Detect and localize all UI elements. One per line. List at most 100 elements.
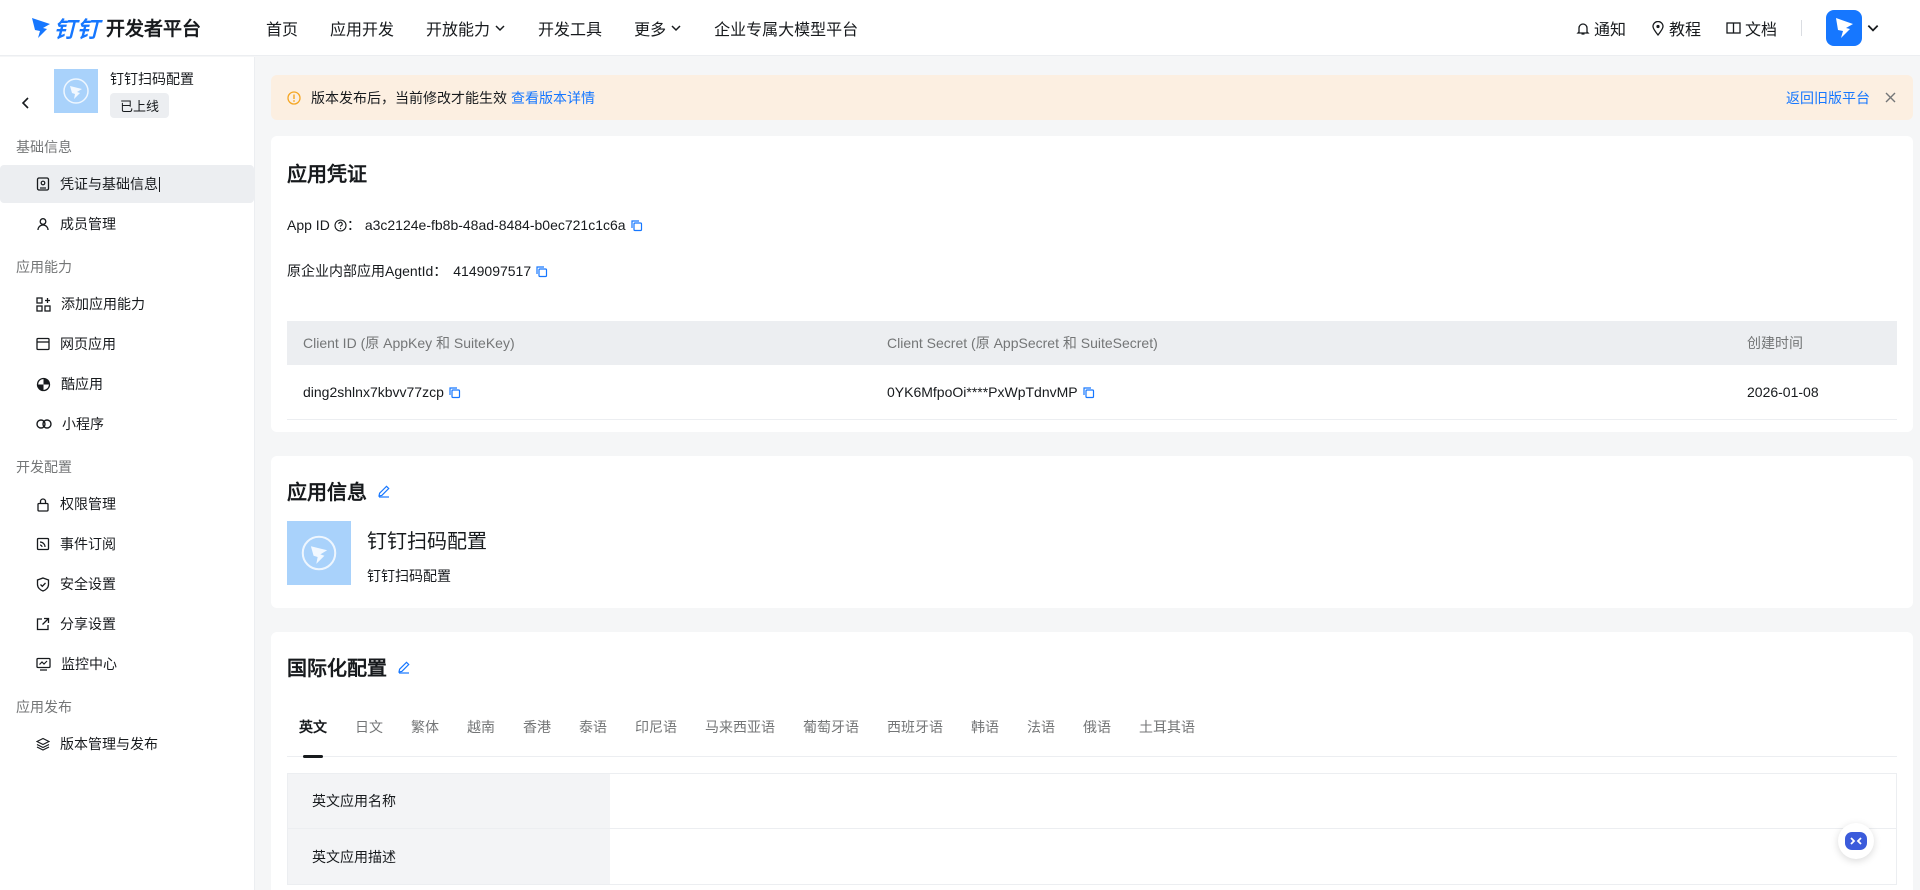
app-thumbnail <box>54 69 98 113</box>
field-row: 英文应用名称 <box>288 774 1896 829</box>
sidebar-item-security[interactable]: 安全设置 <box>0 565 254 603</box>
app-meta: 钉钉扫码配置 已上线 <box>110 69 194 118</box>
nav-app-dev[interactable]: 应用开发 <box>330 16 394 40</box>
assistant-bot-icon <box>1845 832 1867 850</box>
app-id-label: App ID <box>287 217 330 233</box>
sidebar-item-mini-program[interactable]: 小程序 <box>0 405 254 443</box>
user-menu[interactable] <box>1826 10 1880 46</box>
sidebar-item-label: 酷应用 <box>61 376 103 392</box>
tab-portuguese[interactable]: 葡萄牙语 <box>803 717 859 757</box>
sidebar-item-credentials[interactable]: 凭证与基础信息 <box>0 165 254 203</box>
nav-label: 应用开发 <box>330 21 395 39</box>
bell-icon <box>1576 22 1590 35</box>
notice-text: 版本发布后，当前修改才能生效 <box>311 89 507 106</box>
tab-russian[interactable]: 俄语 <box>1083 717 1111 757</box>
client-id-value: ding2shlnx7kbvv77zcp <box>303 384 444 400</box>
app-id-sep: ： <box>346 217 361 233</box>
dingtalk-logo[interactable]: 钉钉 开发者平台 <box>30 12 230 44</box>
tab-korean[interactable]: 韩语 <box>971 717 999 757</box>
tab-thai[interactable]: 泰语 <box>579 717 607 757</box>
field-value <box>610 774 1896 828</box>
notify-button[interactable]: 通知 <box>1576 16 1626 40</box>
cell-client-secret: 0YK6MfpoOi****PxWpTdnvMP <box>887 384 1747 400</box>
table-header: Client ID (原 AppKey 和 SuiteKey) Client S… <box>287 321 1897 365</box>
event-icon <box>36 537 50 551</box>
client-secret-value: 0YK6MfpoOi****PxWpTdnvMP <box>887 384 1078 400</box>
tab-japanese[interactable]: 日文 <box>355 717 383 757</box>
field-row: 英文应用描述 <box>288 829 1896 884</box>
web-app-icon <box>36 337 50 351</box>
edit-icon[interactable] <box>377 484 391 498</box>
nav-more[interactable]: 更多 <box>634 16 682 40</box>
sidebar-item-cool-app[interactable]: 酷应用 <box>0 365 254 403</box>
copy-icon[interactable] <box>448 386 461 399</box>
group-title: 基础信息 <box>16 139 72 155</box>
cool-app-icon <box>36 377 51 391</box>
tab-english[interactable]: 英文 <box>299 717 327 757</box>
app-logo-icon <box>63 78 89 104</box>
section-title-text: 应用信息 <box>287 482 367 504</box>
sidebar-item-add-capability[interactable]: 添加应用能力 <box>0 285 254 323</box>
credentials-table: Client ID (原 AppKey 和 SuiteKey) Client S… <box>287 321 1897 420</box>
cell-created: 2026-01-08 <box>1747 384 1893 400</box>
copy-icon[interactable] <box>1082 386 1095 399</box>
view-version-link[interactable]: 查看版本详情 <box>511 88 595 108</box>
group-title: 应用发布 <box>16 699 72 715</box>
back-to-old-link[interactable]: 返回旧版平台 <box>1786 88 1870 108</box>
app-info-name: 钉钉扫码配置 <box>367 531 487 553</box>
tab-malay[interactable]: 马来西亚语 <box>705 717 775 757</box>
section-title-text: 应用凭证 <box>287 164 367 186</box>
assistant-bot-button[interactable] <box>1838 823 1874 859</box>
tab-turkish[interactable]: 土耳其语 <box>1139 717 1195 757</box>
sidebar-item-label: 监控中心 <box>61 656 117 672</box>
dingtalk-wing-icon <box>1836 18 1853 38</box>
help-icon[interactable] <box>334 218 347 232</box>
tab-vietnamese[interactable]: 越南 <box>467 717 495 757</box>
main-content: 版本发布后，当前修改才能生效 查看版本详情 返回旧版平台 应用凭证 App ID… <box>271 75 1913 890</box>
notify-label: 通知 <box>1593 22 1626 39</box>
top-navigation-bar: 钉钉 开发者平台 首页 应用开发 开放能力 开发工具 更多 企业专属大模型平台 … <box>0 0 1920 56</box>
location-pin-icon <box>1652 20 1664 36</box>
section-title: 应用信息 <box>287 476 1897 505</box>
nav-dev-tools[interactable]: 开发工具 <box>538 16 602 40</box>
nav-home[interactable]: 首页 <box>266 16 298 40</box>
sidebar-item-label: 添加应用能力 <box>61 296 145 312</box>
sidebar-item-share[interactable]: 分享设置 <box>0 605 254 643</box>
field-label: 英文应用描述 <box>288 829 610 884</box>
tab-spanish[interactable]: 西班牙语 <box>887 717 943 757</box>
shield-icon <box>36 576 50 592</box>
back-arrow-icon[interactable] <box>18 95 34 111</box>
nav-open-capability[interactable]: 开放能力 <box>426 16 506 40</box>
copy-icon[interactable] <box>535 265 548 278</box>
group-title: 开发配置 <box>16 459 72 475</box>
docs-label: 文档 <box>1744 22 1777 39</box>
main-nav: 首页 应用开发 开放能力 开发工具 更多 企业专属大模型平台 <box>266 16 890 40</box>
tab-traditional[interactable]: 繁体 <box>411 717 439 757</box>
sidebar-item-web-app[interactable]: 网页应用 <box>0 325 254 363</box>
docs-button[interactable]: 文档 <box>1726 16 1777 40</box>
agent-id-value: 4149097517 <box>453 263 532 279</box>
tab-indonesian[interactable]: 印尼语 <box>635 717 677 757</box>
tab-french[interactable]: 法语 <box>1027 717 1055 757</box>
close-icon[interactable] <box>1884 91 1897 104</box>
sidebar-item-members[interactable]: 成员管理 <box>0 205 254 243</box>
sidebar-item-permissions[interactable]: 权限管理 <box>0 485 254 523</box>
copy-icon[interactable] <box>630 219 643 232</box>
created-value: 2026-01-08 <box>1747 384 1819 400</box>
share-icon <box>36 617 50 631</box>
tab-hongkong[interactable]: 香港 <box>523 717 551 757</box>
credential-icon <box>36 177 50 191</box>
sidebar-item-label: 凭证与基础信息 <box>60 176 158 192</box>
sidebar-item-events[interactable]: 事件订阅 <box>0 525 254 563</box>
logo-text: 钉钉 <box>54 16 101 42</box>
sidebar-item-monitor[interactable]: 监控中心 <box>0 645 254 683</box>
nav-label: 首页 <box>266 21 299 39</box>
section-title: 国际化配置 <box>287 652 1897 681</box>
tutorial-button[interactable]: 教程 <box>1651 16 1701 40</box>
credentials-card: 应用凭证 App ID ： a3c2124e-fb8b-48ad-8484-b0… <box>271 136 1913 432</box>
nav-llm-platform[interactable]: 企业专属大模型平台 <box>714 16 858 40</box>
avatar <box>1826 10 1862 46</box>
sidebar-item-versions[interactable]: 版本管理与发布 <box>0 725 254 763</box>
section-title: 应用凭证 <box>287 158 1897 187</box>
edit-icon[interactable] <box>397 660 411 674</box>
